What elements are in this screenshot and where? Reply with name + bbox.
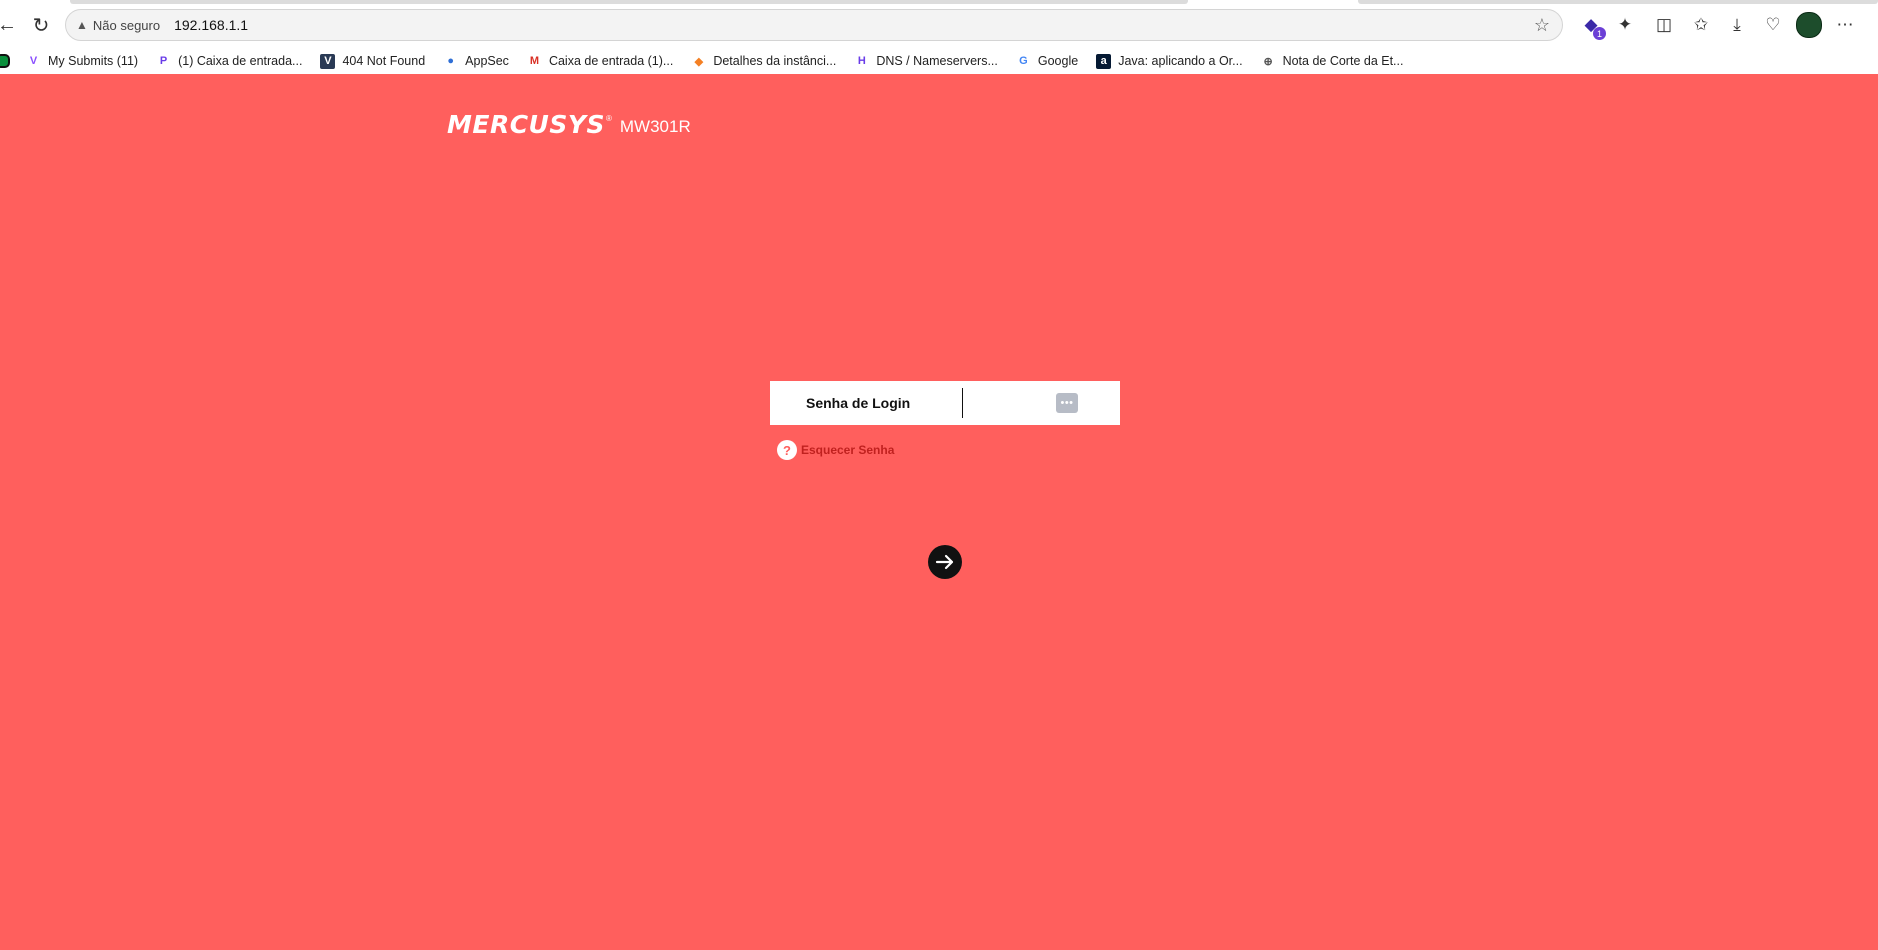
bookmark-item[interactable]: H DNS / Nameservers... — [854, 54, 998, 69]
bookmark-item[interactable]: a Java: aplicando a Or... — [1096, 53, 1243, 69]
security-label: Não seguro — [92, 17, 161, 33]
v-icon: V — [29, 55, 38, 67]
back-arrow-icon: ← — [0, 13, 17, 36]
password-label: Senha de Login — [806, 395, 911, 411]
bookmark-label: My Submits (11) — [48, 54, 139, 68]
forgot-password-link[interactable]: ? Esquecer Senha — [777, 440, 894, 460]
tab-strip — [0, 0, 1878, 4]
globe-icon: ⊕ — [1263, 55, 1273, 68]
bookmark-label: Java: aplicando a Or... — [1118, 54, 1243, 68]
bookmark-list: V My Submits (11) P (1) Caixa de entrada...… — [26, 53, 1421, 69]
bookmark-leading-icon[interactable] — [0, 54, 10, 68]
login-button[interactable] — [928, 545, 962, 579]
password-input[interactable] — [962, 388, 1055, 418]
bookmark-item[interactable]: P (1) Caixa de entrada... — [156, 54, 303, 69]
favorites-icon: ✩ — [1693, 15, 1709, 34]
bookmark-label: 404 Not Found — [342, 54, 426, 68]
login-form: Senha de Login ••• — [770, 381, 1120, 425]
bookmark-item[interactable]: V My Submits (11) — [26, 54, 138, 69]
bookmark-label: (1) Caixa de entrada... — [178, 54, 303, 68]
model-name: MW301R — [619, 117, 691, 136]
show-password-icon[interactable]: ••• — [1056, 393, 1078, 413]
blue-circle-icon: ● — [447, 55, 454, 67]
bookmark-item[interactable]: V 404 Not Found — [320, 53, 426, 69]
favorite-star-icon[interactable]: ☆ — [1534, 15, 1550, 36]
bookmark-label: Caixa de entrada (1)... — [548, 54, 674, 68]
tab-active-edge[interactable] — [70, 0, 1188, 4]
router-login-page: MERCUSYS ® MW301R Senha de Login ••• ? E… — [0, 74, 1878, 950]
more-dots-icon: ⋯ — [1836, 15, 1854, 34]
gmail-icon: M — [529, 55, 540, 67]
bookmark-item[interactable]: ● AppSec — [443, 54, 509, 69]
favorites-button[interactable]: ✩ — [1688, 12, 1714, 38]
alura-icon: a — [1096, 53, 1112, 69]
forgot-password-label: Esquecer Senha — [801, 443, 895, 457]
url-text[interactable]: 192.168.1.1 — [174, 17, 248, 33]
extension-badge: 1 — [1593, 27, 1606, 40]
mercusys-logo: MERCUSYS — [447, 110, 605, 139]
bookmark-item[interactable]: ◆ Detalhes da instânci... — [691, 54, 837, 69]
google-icon: G — [1019, 55, 1028, 67]
menu-button[interactable]: ⋯ — [1832, 12, 1858, 38]
browser-toolbar: ← ↻ ▲ Não seguro 192.168.1.1 ☆ ◆ 1 ✦ ◫ ✩… — [0, 0, 1878, 48]
bookmark-label: Detalhes da instânci... — [713, 54, 837, 68]
arrow-right-icon — [935, 554, 954, 570]
avatar — [1796, 12, 1822, 38]
extensions-button[interactable]: ✦ — [1612, 12, 1638, 38]
address-bar[interactable]: ▲ Não seguro 192.168.1.1 ☆ — [65, 9, 1563, 41]
download-icon: ⤓ — [1733, 15, 1741, 34]
split-screen-button[interactable]: ◫ — [1651, 12, 1677, 38]
heart-pulse-icon: ♡ — [1765, 15, 1781, 34]
back-button[interactable]: ← — [0, 10, 22, 40]
registered-mark: ® — [605, 114, 612, 123]
reload-icon: ↻ — [32, 14, 50, 37]
browser-essentials-button[interactable]: ♡ — [1760, 12, 1786, 38]
bookmark-item[interactable]: G Google — [1016, 54, 1078, 69]
puzzle-icon: ✦ — [1617, 15, 1633, 34]
bookmark-item[interactable]: ⊕ Nota de Corte da Et... — [1261, 54, 1404, 69]
warning-icon: ▲ — [76, 18, 88, 32]
brand-header: MERCUSYS ® MW301R — [447, 110, 691, 139]
question-icon: ? — [777, 440, 797, 460]
v-shield-icon: V — [320, 53, 336, 69]
bookmark-label: AppSec — [465, 54, 509, 68]
p-icon: P — [159, 55, 168, 67]
aws-cube-icon: ◆ — [694, 55, 704, 68]
h-icon: H — [857, 55, 866, 67]
bookmark-item[interactable]: M Caixa de entrada (1)... — [527, 54, 673, 69]
tab-edge[interactable] — [1358, 0, 1878, 4]
split-screen-icon: ◫ — [1655, 15, 1673, 34]
bookmark-label: DNS / Nameservers... — [876, 54, 998, 68]
bookmarks-bar: V My Submits (11) P (1) Caixa de entrada...… — [0, 48, 1878, 74]
bookmark-label: Nota de Corte da Et... — [1282, 54, 1404, 68]
bookmark-label: Google — [1037, 54, 1079, 68]
profile-button[interactable] — [1796, 12, 1822, 38]
security-indicator[interactable]: ▲ Não seguro — [76, 18, 160, 33]
reload-button[interactable]: ↻ — [26, 10, 56, 40]
downloads-button[interactable]: ⤓ — [1724, 12, 1750, 38]
extension-button[interactable]: ◆ 1 — [1578, 12, 1606, 40]
